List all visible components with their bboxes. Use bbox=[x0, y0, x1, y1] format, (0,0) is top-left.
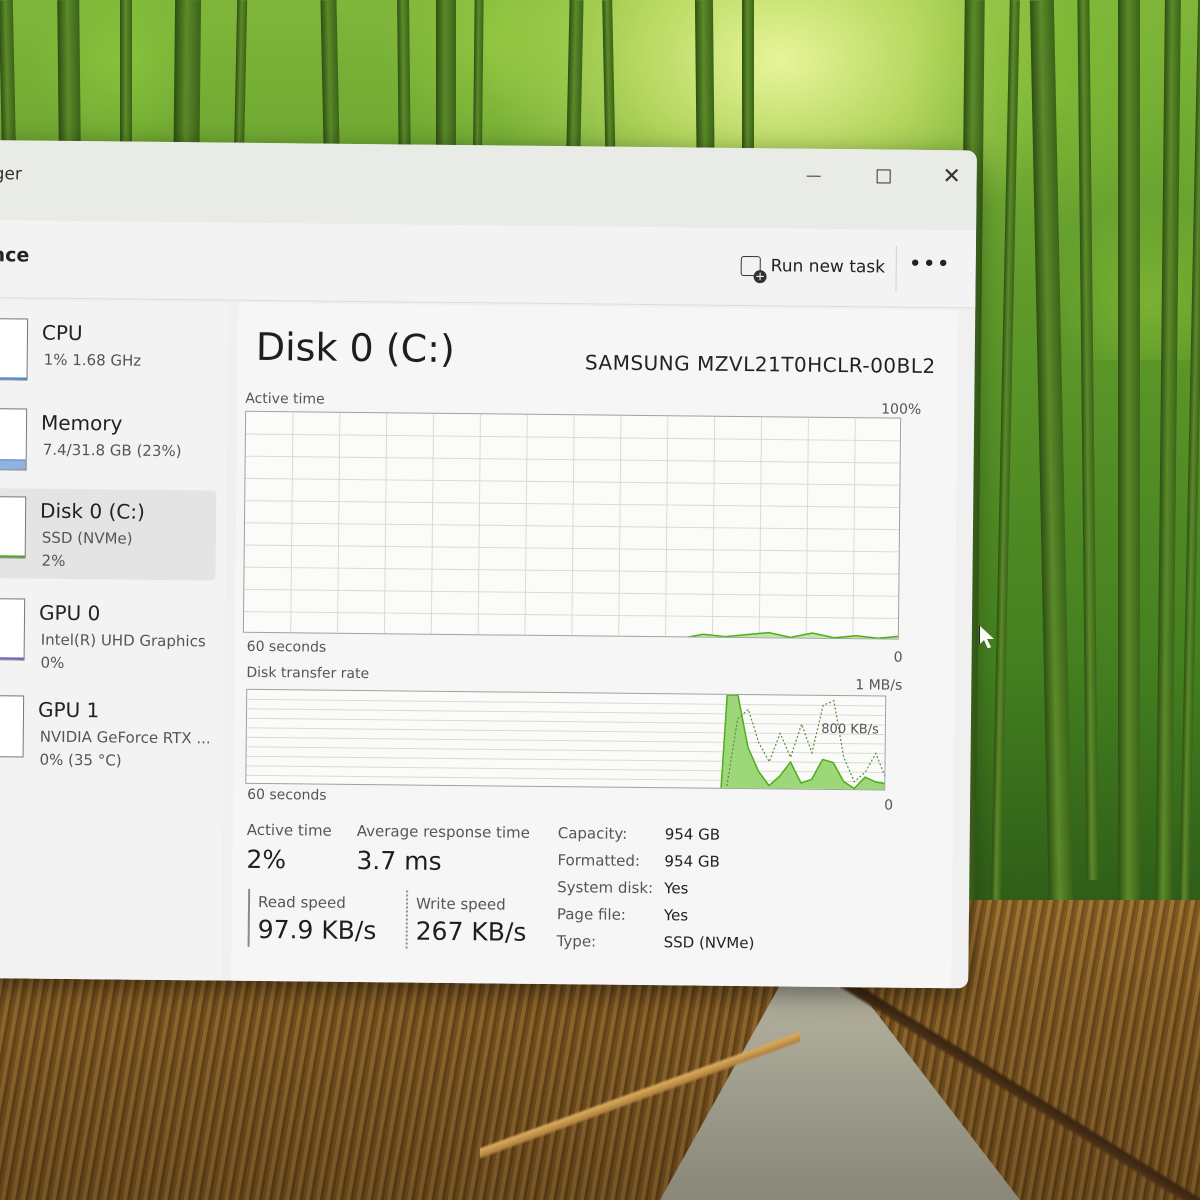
write-speed-value: 267 KB/s bbox=[415, 916, 527, 947]
run-new-task-label: Run new task bbox=[770, 256, 886, 278]
sidebar-item-gpu-0[interactable]: GPU 0 Intel(R) UHD Graphics 0% bbox=[0, 590, 215, 682]
run-new-task-button[interactable]: Run new task bbox=[731, 246, 896, 288]
sidebar-item-detail: SSD (NVMe) bbox=[41, 528, 133, 548]
transfer-rate-chart-label: Disk transfer rate bbox=[246, 664, 370, 683]
grid-line bbox=[246, 736, 887, 745]
avg-response-label: Average response time bbox=[356, 821, 531, 842]
wallpaper-fence-right bbox=[840, 985, 1200, 1200]
page-title: ance bbox=[0, 243, 30, 267]
close-icon: ✕ bbox=[942, 164, 962, 190]
active-time-stat-value: 2% bbox=[246, 844, 287, 875]
formatted-value: 954 GB bbox=[664, 852, 720, 871]
grid-line bbox=[247, 698, 887, 707]
avg-response-value: 3.7 ms bbox=[356, 845, 442, 876]
title-bar[interactable]: ger ✕ bbox=[0, 140, 977, 231]
cpu-mini-graph bbox=[0, 318, 29, 381]
write-speed-bar bbox=[405, 890, 409, 949]
transfer-rate-min-label: 0 bbox=[884, 797, 894, 814]
task-manager-window: ger ✕ ance Run new task ••• CPU 1% 1.68 … bbox=[0, 140, 977, 989]
gpu1-mini-graph bbox=[0, 695, 25, 758]
active-time-duration-label: 60 seconds bbox=[246, 638, 327, 656]
transfer-rate-chart: 800 KB/s bbox=[245, 688, 887, 791]
type-value: SSD (NVMe) bbox=[663, 933, 755, 953]
page-file-label: Page file: bbox=[556, 905, 627, 924]
maximize-icon bbox=[876, 169, 891, 184]
sidebar-item-label: CPU bbox=[41, 320, 83, 346]
sidebar-item-usage: 2% bbox=[41, 551, 66, 570]
active-time-line bbox=[680, 631, 900, 640]
memory-mini-graph-fill bbox=[0, 459, 26, 470]
bamboo-stalk bbox=[1118, 0, 1140, 910]
transfer-rate-max-label: 1 MB/s bbox=[855, 677, 903, 694]
grid-line bbox=[247, 708, 887, 717]
sidebar-item-detail: 1% 1.68 GHz bbox=[43, 350, 142, 370]
disk-title: Disk 0 (C:) bbox=[255, 324, 456, 371]
formatted-label: Formatted: bbox=[557, 851, 641, 870]
grid-line bbox=[246, 727, 887, 736]
transfer-rate-duration-label: 60 seconds bbox=[247, 786, 327, 804]
system-disk-value: Yes bbox=[664, 879, 689, 898]
app-title: ger bbox=[0, 164, 22, 185]
transfer-rate-mid-label: 800 KB/s bbox=[821, 721, 879, 738]
sidebar-item-detail: NVIDIA GeForce RTX ... bbox=[39, 727, 211, 748]
disk-model: SAMSUNG MZVL21T0HCLR-00BL2 bbox=[584, 350, 936, 379]
cpu-mini-graph-fill bbox=[0, 377, 27, 380]
sidebar-item-usage: 0% (35 °C) bbox=[39, 750, 122, 770]
type-label: Type: bbox=[556, 932, 597, 951]
minimize-icon bbox=[806, 175, 821, 177]
read-speed-value: 97.9 KB/s bbox=[257, 914, 377, 946]
active-time-max-label: 100% bbox=[881, 401, 922, 418]
active-time-stat-label: Active time bbox=[246, 820, 332, 840]
wallpaper-fence-left bbox=[480, 990, 800, 1200]
transfer-rate-chart-svg bbox=[246, 694, 887, 791]
close-button[interactable]: ✕ bbox=[930, 162, 974, 192]
sidebar-item-disk-0[interactable]: Disk 0 (C:) SSD (NVMe) 2% bbox=[0, 488, 217, 581]
disk-mini-graph-fill bbox=[0, 555, 25, 558]
read-speed-bar bbox=[247, 888, 251, 947]
minimize-button[interactable] bbox=[792, 161, 836, 191]
sidebar-item-label: GPU 0 bbox=[38, 600, 101, 626]
system-disk-label: System disk: bbox=[557, 878, 654, 898]
active-time-chart bbox=[242, 410, 902, 640]
sidebar-item-cpu[interactable]: CPU 1% 1.68 GHz bbox=[0, 310, 218, 402]
page-file-value: Yes bbox=[663, 906, 689, 925]
sidebar-item-detail: 7.4/31.8 GB (23%) bbox=[42, 440, 182, 461]
sidebar-item-label: GPU 1 bbox=[37, 697, 100, 723]
capacity-value: 954 GB bbox=[664, 825, 721, 844]
grid-line bbox=[246, 717, 887, 726]
grid-line bbox=[246, 746, 887, 755]
disk-detail-panel: Disk 0 (C:) SAMSUNG MZVL21T0HCLR-00BL2 A… bbox=[231, 302, 959, 989]
maximize-button[interactable] bbox=[862, 161, 906, 191]
run-task-icon bbox=[740, 255, 761, 277]
sidebar-item-gpu-1[interactable]: GPU 1 NVIDIA GeForce RTX ... 0% (35 °C) bbox=[0, 687, 214, 779]
sidebar-item-label: Memory bbox=[40, 410, 123, 436]
write-speed-label: Write speed bbox=[415, 894, 506, 914]
disk-mini-graph bbox=[0, 496, 27, 559]
active-time-chart-label: Active time bbox=[245, 390, 325, 408]
sidebar-item-memory[interactable]: Memory 7.4/31.8 GB (23%) bbox=[0, 400, 217, 492]
active-time-chart-svg bbox=[244, 412, 902, 640]
more-options-button[interactable]: ••• bbox=[909, 250, 951, 286]
memory-mini-graph bbox=[0, 408, 28, 471]
active-time-min-label: 0 bbox=[893, 649, 903, 666]
sidebar-item-detail: Intel(R) UHD Graphics bbox=[40, 630, 206, 651]
capacity-label: Capacity: bbox=[557, 824, 628, 843]
sidebar-item-label: Disk 0 (C:) bbox=[39, 498, 145, 524]
read-speed-label: Read speed bbox=[257, 892, 346, 912]
gpu0-mini-graph-fill bbox=[0, 657, 24, 660]
gpu0-mini-graph bbox=[0, 598, 26, 661]
sidebar-item-usage: 0% bbox=[40, 653, 65, 672]
performance-sidebar: CPU 1% 1.68 GHz Memory 7.4/31.8 GB (23%)… bbox=[0, 299, 229, 983]
